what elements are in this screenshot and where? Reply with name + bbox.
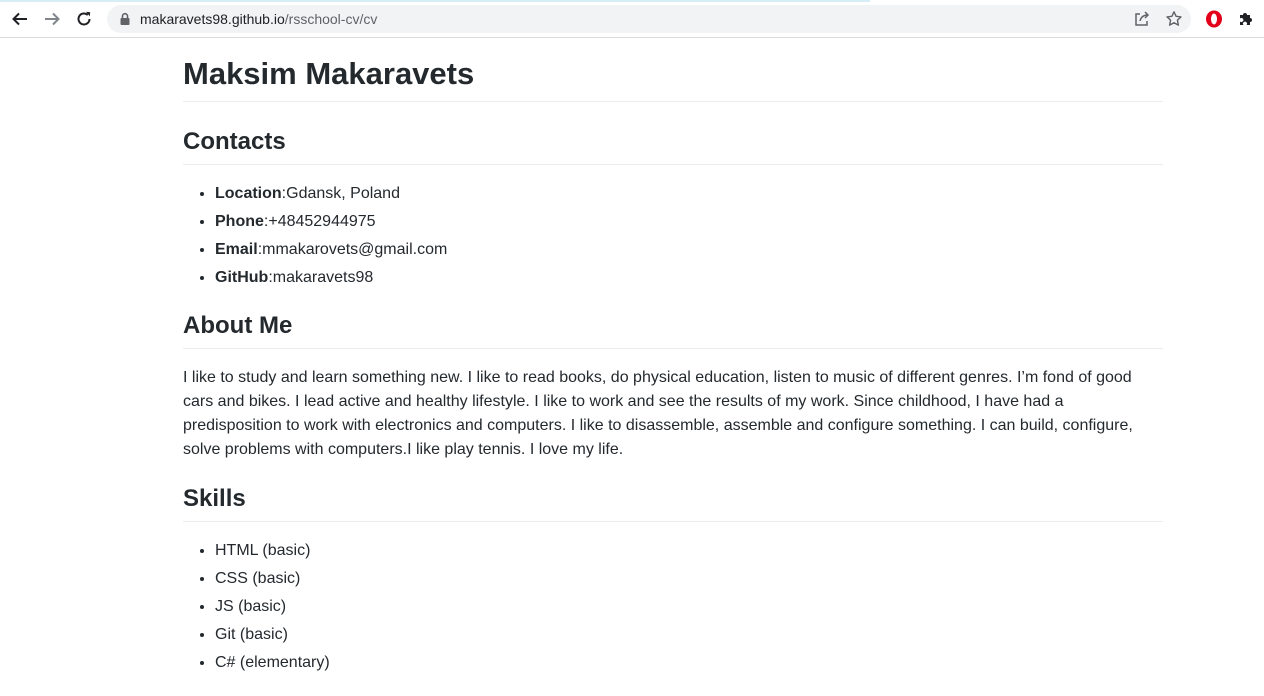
contact-item-location: Location:Gdansk, Poland bbox=[215, 180, 1163, 208]
cv-page: Maksim Makaravets Contacts Location:Gdan… bbox=[183, 38, 1163, 677]
lock-icon[interactable] bbox=[118, 12, 132, 26]
contact-item-email: Email:mmakarovets@gmail.com bbox=[215, 236, 1163, 264]
about-text: I like to study and learn something new.… bbox=[183, 369, 1133, 458]
skills-list: HTML (basic) CSS (basic) JS (basic) Git … bbox=[183, 537, 1163, 677]
arrow-right-icon bbox=[45, 12, 60, 26]
opera-extension-icon[interactable] bbox=[1205, 10, 1223, 28]
loading-indicator bbox=[0, 0, 870, 2]
forward-button[interactable] bbox=[40, 7, 64, 31]
reload-button[interactable] bbox=[72, 7, 96, 31]
contact-value: +48452944975 bbox=[268, 213, 376, 230]
back-button[interactable] bbox=[8, 7, 32, 31]
contact-value: makaravets98 bbox=[272, 269, 374, 286]
url-host: makaravets98.github.io bbox=[140, 11, 285, 27]
bookmark-star-icon[interactable] bbox=[1165, 10, 1183, 28]
contact-label: GitHub bbox=[215, 269, 269, 286]
skill-item: JS (basic) bbox=[215, 593, 1163, 621]
browser-toolbar: makaravets98.github.io/rsschool-cv/cv bbox=[0, 0, 1264, 38]
contact-value: Gdansk, Poland bbox=[286, 185, 400, 202]
skill-item: Git (basic) bbox=[215, 621, 1163, 649]
contact-value: mmakarovets@gmail.com bbox=[262, 241, 448, 258]
contact-label: Location bbox=[215, 185, 282, 202]
contact-item-phone: Phone:+48452944975 bbox=[215, 208, 1163, 236]
skill-item: HTML (basic) bbox=[215, 537, 1163, 565]
url-text[interactable]: makaravets98.github.io/rsschool-cv/cv bbox=[140, 10, 377, 28]
contacts-heading: Contacts bbox=[183, 127, 1163, 165]
page-title: Maksim Makaravets bbox=[183, 38, 1163, 102]
address-bar[interactable]: makaravets98.github.io/rsschool-cv/cv bbox=[107, 5, 1191, 33]
skill-item: CSS (basic) bbox=[215, 565, 1163, 593]
about-heading: About Me bbox=[183, 311, 1163, 349]
reload-icon bbox=[77, 11, 91, 26]
skill-item: C# (elementary) bbox=[215, 649, 1163, 677]
url-path: /rsschool-cv/cv bbox=[284, 11, 378, 27]
share-icon[interactable] bbox=[1133, 10, 1151, 28]
skills-heading: Skills bbox=[183, 484, 1163, 522]
contacts-list: Location:Gdansk, Poland Phone:+484529449… bbox=[183, 180, 1163, 292]
contact-label: Phone bbox=[215, 213, 264, 230]
contact-item-github: GitHub:makaravets98 bbox=[215, 264, 1163, 292]
extensions-puzzle-icon[interactable] bbox=[1237, 10, 1255, 28]
arrow-left-icon bbox=[12, 12, 27, 26]
contact-label: Email bbox=[215, 241, 258, 258]
